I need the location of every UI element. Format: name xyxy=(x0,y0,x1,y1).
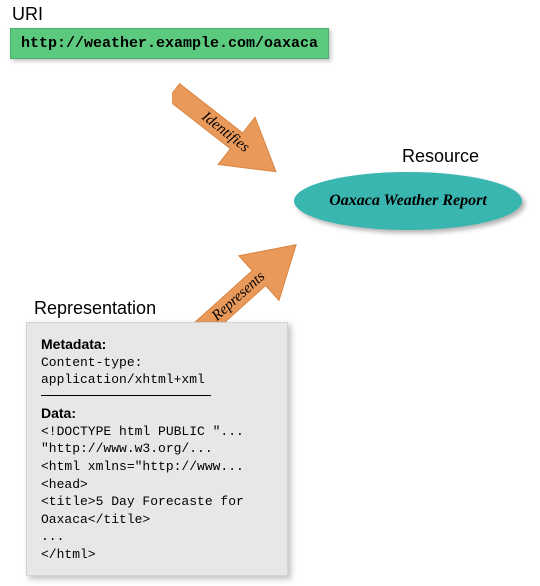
identifies-arrow: Identifies xyxy=(172,58,342,198)
representation-section-label: Representation xyxy=(34,298,156,319)
data-line: </html> xyxy=(41,546,273,564)
metadata-heading: Metadata: xyxy=(41,335,273,354)
data-line: Oaxaca</title> xyxy=(41,511,273,529)
representation-box: Metadata: Content-type: application/xhtm… xyxy=(26,322,288,576)
uri-box: http://weather.example.com/oaxaca xyxy=(10,28,329,59)
data-line: "http://www.w3.org/... xyxy=(41,440,273,458)
identifies-label: Identifies xyxy=(198,108,253,156)
data-heading: Data: xyxy=(41,404,273,423)
data-line: <!DOCTYPE html PUBLIC "... xyxy=(41,423,273,441)
metadata-line: application/xhtml+xml xyxy=(41,371,273,389)
represents-label: Represents xyxy=(208,268,268,324)
metadata-line: Content-type: xyxy=(41,354,273,372)
divider xyxy=(41,395,211,396)
uri-section-label: URI xyxy=(12,4,43,25)
resource-section-label: Resource xyxy=(402,146,479,167)
resource-ellipse: Oaxaca Weather Report xyxy=(294,172,522,230)
resource-name: Oaxaca Weather Report xyxy=(329,192,487,210)
data-line: <html xmlns="http://www... xyxy=(41,458,273,476)
data-line: <head> xyxy=(41,476,273,494)
data-line: <title>5 Day Forecaste for xyxy=(41,493,273,511)
data-line: ... xyxy=(41,528,273,546)
